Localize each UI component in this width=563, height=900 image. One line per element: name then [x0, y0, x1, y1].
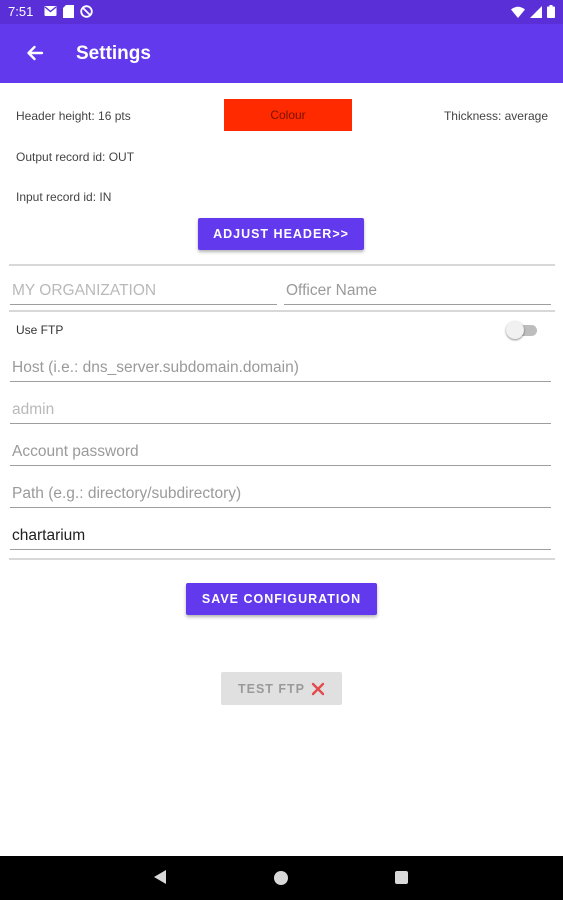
folder-field[interactable] [10, 515, 555, 550]
username-input[interactable] [10, 401, 555, 419]
path-field[interactable] [10, 473, 555, 508]
wifi-icon [511, 6, 525, 18]
adjust-header-button[interactable]: ADJUST HEADER>> [198, 218, 364, 250]
signal-icon [530, 5, 542, 18]
header-height-label: Header height: 16 pts [16, 109, 131, 123]
status-time: 7:51 [8, 4, 34, 19]
input-record-label: Input record id: IN [16, 190, 112, 204]
navigation-bar [0, 856, 563, 900]
use-ftp-toggle[interactable] [506, 321, 538, 339]
save-configuration-button[interactable]: SAVE CONFIGURATION [186, 583, 377, 615]
battery-icon [547, 5, 555, 18]
page-title: Settings [76, 43, 151, 64]
divider [9, 310, 555, 312]
divider [9, 558, 555, 560]
folder-input[interactable] [10, 527, 555, 545]
status-bar: 7:51 [0, 0, 563, 24]
app-bar: Settings [0, 24, 563, 83]
colour-button[interactable]: Colour [224, 99, 352, 131]
organization-input[interactable] [10, 282, 281, 300]
red-x-icon [311, 682, 325, 695]
password-field[interactable] [10, 431, 555, 466]
output-record-label: Output record id: OUT [16, 150, 135, 164]
divider [9, 264, 555, 266]
officer-name-input[interactable] [284, 282, 555, 300]
host-input[interactable] [10, 359, 555, 377]
use-ftp-label: Use FTP [16, 323, 64, 337]
nav-back-icon[interactable] [153, 869, 167, 885]
toggle-thumb [506, 321, 524, 339]
gmail-icon [44, 6, 57, 16]
thickness-label: Thickness: average [443, 109, 548, 123]
sd-card-icon [63, 5, 74, 18]
host-field[interactable] [10, 347, 555, 382]
nav-home-icon[interactable] [274, 871, 288, 885]
arrow-back-icon[interactable] [22, 40, 48, 66]
organization-field[interactable] [10, 270, 281, 305]
username-field[interactable] [10, 389, 555, 424]
password-input[interactable] [10, 443, 555, 461]
sync-blocked-icon [80, 5, 93, 18]
test-ftp-button[interactable]: TEST FTP [221, 672, 342, 705]
officer-name-field[interactable] [284, 270, 555, 305]
test-ftp-label: TEST FTP [237, 681, 306, 696]
path-input[interactable] [10, 485, 555, 503]
nav-recents-icon[interactable] [395, 871, 408, 884]
